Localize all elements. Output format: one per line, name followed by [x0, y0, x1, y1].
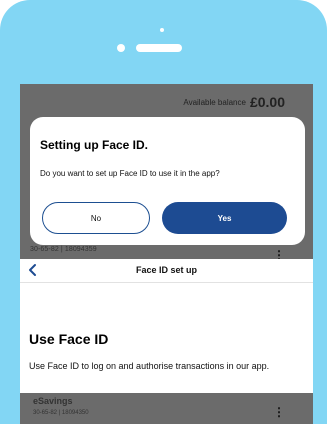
phone-screen: Available balance £0.00 Setting up Face … [20, 84, 313, 424]
available-balance-value: £0.00 [249, 94, 285, 110]
more-options-icon[interactable]: ⋮ [273, 406, 285, 418]
dialog-title: Setting up Face ID. [40, 138, 149, 152]
panel-header: Face ID set up [20, 259, 313, 283]
phone-frame-right [313, 100, 327, 424]
mobile-mockup: Available balance £0.00 Setting up Face … [0, 0, 327, 424]
face-id-setup-panel: Face ID set up Use Face ID Use Face ID t… [20, 259, 313, 393]
phone-frame-left [0, 100, 20, 424]
panel-description: Use Face ID to log on and authorise tran… [29, 361, 270, 371]
dialog-message: Do you want to set up Face ID to use it … [40, 169, 220, 178]
phone-camera-icon [117, 44, 125, 52]
face-id-setup-dialog: Setting up Face ID. Do you want to set u… [30, 117, 305, 245]
phone-speaker-icon [136, 44, 182, 52]
yes-button[interactable]: Yes [162, 202, 287, 234]
no-button[interactable]: No [42, 202, 150, 234]
panel-heading: Use Face ID [29, 331, 109, 347]
top-account-detail: 30-65-82 | 18094359 [30, 246, 97, 253]
available-balance-row: Available balance £0.00 [20, 91, 313, 113]
panel-title: Face ID set up [135, 265, 198, 275]
bottom-account-detail: 30-65-82 | 18094350 [33, 410, 89, 416]
available-balance-label: Available balance [183, 97, 246, 107]
phone-sensor-icon [160, 28, 164, 32]
bottom-account-name: eSavings [33, 396, 73, 406]
